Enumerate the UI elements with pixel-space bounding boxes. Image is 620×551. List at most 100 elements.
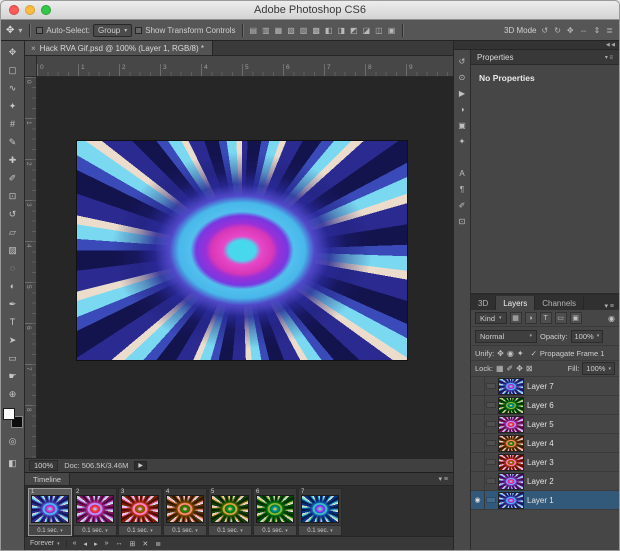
align-top-edges-icon[interactable]: ▤ — [249, 25, 259, 36]
animation-frame[interactable]: 5 0.1 sec.▾ — [208, 488, 252, 536]
animation-frame[interactable]: 3 0.1 sec.▾ — [118, 488, 162, 536]
layer-visibility-toggle[interactable] — [471, 377, 485, 395]
hand-tool[interactable]: ☛ — [2, 367, 24, 385]
styles-panel-icon[interactable]: ✦ — [455, 134, 470, 148]
3d-rotate-icon[interactable]: ↺ — [540, 25, 549, 36]
lock-image-icon[interactable]: ✐ — [507, 364, 514, 373]
layer-name[interactable]: Layer 1 — [527, 496, 554, 505]
layer-thumbnail[interactable] — [499, 379, 523, 394]
convert-timeline-button[interactable]: ≣ — [154, 540, 162, 548]
vertical-ruler[interactable]: 012345678 — [25, 77, 37, 458]
layer-name[interactable]: Layer 3 — [527, 458, 554, 467]
frame-thumbnail[interactable] — [302, 496, 338, 522]
paragraph-panel-icon[interactable]: ¶ — [455, 182, 470, 196]
layer-visibility-toggle[interactable]: ◉ — [471, 491, 485, 509]
layer-visibility-toggle[interactable] — [471, 453, 485, 471]
opacity-dropdown[interactable]: 100%▾ — [571, 330, 604, 343]
distribute-horizontal-centers-icon[interactable]: ◫ — [374, 25, 384, 36]
quick-selection-tool[interactable]: ✦ — [2, 97, 24, 115]
screen-mode-icon[interactable]: ◧ — [2, 454, 24, 472]
filter-kind-dropdown[interactable]: Kind▾ — [475, 312, 507, 324]
brush-tool[interactable]: ✐ — [2, 169, 24, 187]
filter-toggle-icon[interactable]: ◉ — [608, 314, 615, 323]
status-options-arrow[interactable]: ▶ — [134, 461, 147, 470]
3d-scale-icon[interactable]: ⇕ — [593, 25, 602, 36]
blend-mode-dropdown[interactable]: Normal▾ — [475, 330, 537, 343]
frame-thumbnail[interactable] — [77, 496, 113, 522]
panel-tab[interactable]: 3D — [471, 296, 496, 310]
align-bottom-edges-icon[interactable]: ▦ — [274, 25, 284, 36]
healing-brush-tool[interactable]: ✚ — [2, 151, 24, 169]
adjustments-panel-icon[interactable]: ◑ — [455, 102, 470, 116]
type-tool[interactable]: T — [2, 313, 24, 331]
3d-slide-icon[interactable]: ⇔ — [579, 25, 589, 36]
fill-dropdown[interactable]: 100%▾ — [582, 362, 615, 375]
foreground-color-swatch[interactable] — [3, 408, 15, 420]
document-tab[interactable]: × Hack RVA Gif.psd @ 100% (Layer 1, RGB/… — [25, 41, 213, 55]
timeline-tab[interactable]: Timeline — [25, 473, 70, 485]
frame-delay-dropdown[interactable]: 0.1 sec.▾ — [299, 525, 341, 535]
layer-name[interactable]: Layer 6 — [527, 401, 554, 410]
history-brush-tool[interactable]: ↺ — [2, 205, 24, 223]
frame-thumbnail[interactable] — [32, 496, 68, 522]
layer-thumbnail[interactable] — [499, 455, 523, 470]
panel-tab[interactable]: Layers — [496, 296, 535, 310]
properties-panel-title[interactable]: Properties — [477, 53, 513, 62]
unify-position-icon[interactable]: ✥ — [497, 349, 504, 358]
delete-frame-button[interactable]: ✕ — [141, 540, 149, 548]
path-selection-tool[interactable]: ➤ — [2, 331, 24, 349]
3d-drag-icon[interactable]: ✥ — [566, 25, 575, 36]
masks-panel-icon[interactable]: ▣ — [455, 118, 470, 132]
layer-visibility-toggle[interactable] — [471, 396, 485, 414]
align-left-edges-icon[interactable]: ▧ — [286, 25, 296, 36]
layer-thumbnail[interactable] — [499, 436, 523, 451]
history-panel-icon[interactable]: ↺ — [455, 54, 470, 68]
zoom-window-button[interactable] — [41, 5, 51, 15]
animation-frame[interactable]: 2 0.1 sec.▾ — [73, 488, 117, 536]
show-transform-checkbox[interactable]: Show Transform Controls — [135, 26, 235, 35]
panel-menu-icon[interactable]: ▾ ≡ — [605, 54, 613, 61]
distribute-right-edges-icon[interactable]: ▣ — [387, 25, 397, 36]
lock-all-icon[interactable]: ⊠ — [526, 364, 533, 373]
pen-tool[interactable]: ✒ — [2, 295, 24, 313]
quick-mask-icon[interactable]: ◎ — [2, 432, 24, 450]
layer-name[interactable]: Layer 2 — [527, 477, 554, 486]
titlebar[interactable]: Adobe Photoshop CS6 — [1, 1, 619, 20]
character-panel-icon[interactable]: A — [455, 166, 470, 180]
zoom-tool[interactable]: ⊕ — [2, 385, 24, 403]
filter-shape-layers-icon[interactable]: ▭ — [555, 312, 567, 324]
auto-select-checkbox[interactable]: Auto-Select: — [36, 26, 90, 35]
canvas-image[interactable] — [77, 141, 407, 360]
canvas-background[interactable] — [37, 77, 453, 458]
propagate-checkbox[interactable]: ✓ — [531, 349, 537, 358]
filter-pixel-layers-icon[interactable]: ▦ — [510, 312, 522, 324]
eyedropper-tool[interactable]: ✎ — [2, 133, 24, 151]
distribute-left-edges-icon[interactable]: ◪ — [362, 25, 372, 36]
crop-tool[interactable]: # — [2, 115, 24, 133]
frame-thumbnail[interactable] — [257, 496, 293, 522]
info-panel-icon[interactable]: ⊙ — [455, 70, 470, 84]
frame-delay-dropdown[interactable]: 0.1 sec.▾ — [209, 525, 251, 535]
frame-thumbnail[interactable] — [212, 496, 248, 522]
frame-delay-dropdown[interactable]: 0.1 sec.▾ — [164, 525, 206, 535]
layer-visibility-toggle[interactable] — [471, 434, 485, 452]
ruler-corner[interactable] — [25, 56, 37, 77]
lock-position-icon[interactable]: ✥ — [516, 364, 523, 373]
filter-type-layers-icon[interactable]: T — [540, 312, 552, 324]
layer-row[interactable]: Layer 7 — [471, 377, 619, 396]
filter-smart-objects-icon[interactable]: ▣ — [570, 312, 582, 324]
layer-name[interactable]: Layer 4 — [527, 439, 554, 448]
distribute-bottom-edges-icon[interactable]: ◩ — [349, 25, 359, 36]
layer-visibility-toggle[interactable] — [471, 415, 485, 433]
tween-button[interactable]: ↔ — [114, 540, 123, 547]
align-right-edges-icon[interactable]: ▩ — [311, 25, 321, 36]
tool-preset-arrow-icon[interactable]: ▾ — [17, 25, 23, 36]
panel-tab[interactable]: Channels — [535, 296, 584, 310]
first-frame-button[interactable]: « — [72, 540, 78, 547]
align-horizontal-centers-icon[interactable]: ▨ — [299, 25, 309, 36]
clone-source-panel-icon[interactable]: ⊡ — [455, 214, 470, 228]
close-tab-icon[interactable]: × — [31, 44, 36, 53]
layer-row[interactable]: ◉ Layer 1 — [471, 491, 619, 510]
previous-frame-button[interactable]: ◂ — [83, 540, 89, 548]
frame-delay-dropdown[interactable]: 0.1 sec.▾ — [74, 525, 116, 535]
